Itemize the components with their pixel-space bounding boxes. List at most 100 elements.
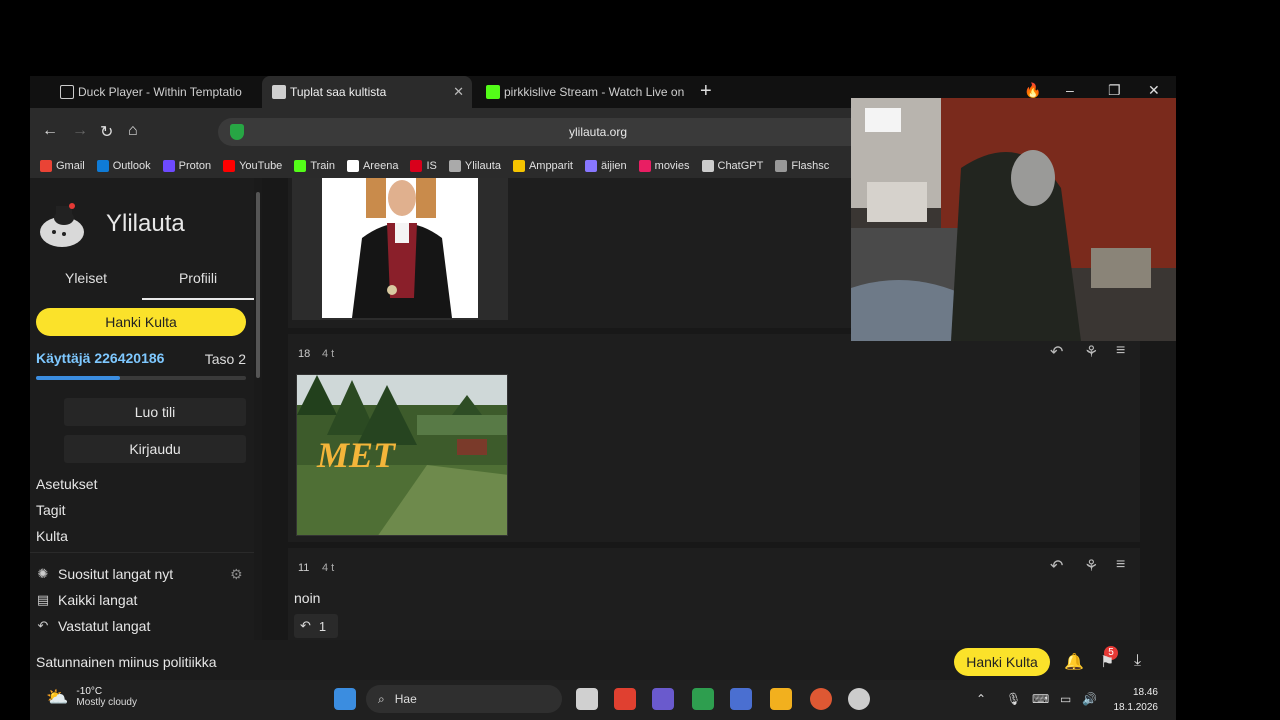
- bookmark-youtube[interactable]: YouTube: [223, 160, 282, 172]
- tab-profiili[interactable]: Profiili: [142, 270, 254, 300]
- gold-link[interactable]: Kulta: [36, 528, 68, 544]
- reply-count: 1: [318, 618, 327, 634]
- create-account-button[interactable]: Luo tili: [64, 398, 246, 426]
- chrome-icon[interactable]: [848, 688, 870, 710]
- home-icon[interactable]: ⌂: [128, 122, 138, 140]
- bookmark-favicon-icon: [775, 160, 788, 172]
- bookmark-areena[interactable]: Areena: [346, 160, 399, 172]
- weather-condition: Mostly cloudy: [76, 697, 137, 708]
- tab-yleiset[interactable]: Yleiset: [30, 270, 142, 286]
- bookmark-favicon-icon: [40, 160, 52, 172]
- start-icon[interactable]: [334, 688, 356, 710]
- chart-app-icon[interactable]: [692, 688, 714, 710]
- popular-threads-link[interactable]: ✺ Suositut langat nyt: [36, 566, 174, 582]
- username[interactable]: Käyttäjä 226420186: [36, 350, 164, 366]
- bookmark-favicon-icon: [162, 160, 175, 172]
- bookmark-favicon-icon: [346, 160, 359, 172]
- get-gold-button[interactable]: Hanki Kulta: [954, 648, 1050, 676]
- ylilauta-logo: [40, 203, 84, 247]
- gear-icon[interactable]: ⚙: [230, 566, 243, 583]
- reply-icon[interactable]: ↶: [1050, 342, 1063, 362]
- settings-link[interactable]: Asetukset: [36, 476, 97, 492]
- chevron-up-icon[interactable]: ⌃: [976, 692, 986, 706]
- download-icon[interactable]: ⤓: [1134, 652, 1141, 670]
- tab-duck-player[interactable]: Duck Player - Within Temptatio: [50, 76, 262, 108]
- all-threads-link[interactable]: ▤ Kaikki langat: [36, 592, 138, 608]
- minimize-button[interactable]: –: [1066, 82, 1074, 98]
- tags-link[interactable]: Tagit: [36, 502, 66, 518]
- login-button[interactable]: Kirjaudu: [64, 435, 246, 463]
- desktop-screen: Duck Player - Within Temptatio Tuplat sa…: [0, 0, 1280, 720]
- met-forest-image[interactable]: MET: [296, 374, 508, 536]
- volume-icon[interactable]: 🔊: [1082, 692, 1097, 706]
- bookmark-movies[interactable]: movies: [638, 160, 690, 172]
- bookmark-favicon-icon: [410, 160, 423, 172]
- menu-icon[interactable]: ≡: [1116, 342, 1125, 360]
- bookmark-train[interactable]: Train: [294, 160, 335, 172]
- tab-tuplat-saa-kultista[interactable]: Tuplat saa kultista ✕: [262, 76, 472, 108]
- post-image[interactable]: [292, 178, 508, 320]
- replied-threads-link[interactable]: ↶ Vastatut langat: [36, 618, 151, 634]
- bookmark-ylilauta[interactable]: Ylilauta: [448, 160, 501, 172]
- bookmark-label: Areena: [362, 160, 399, 172]
- forward-arrow-icon[interactable]: →: [72, 122, 88, 140]
- bookmark-proton[interactable]: Proton: [162, 160, 212, 172]
- post-number[interactable]: 18: [298, 348, 310, 360]
- restore-button[interactable]: ❐: [1108, 82, 1121, 99]
- divider: [30, 552, 254, 553]
- scrollbar-thumb[interactable]: [256, 192, 260, 378]
- duckduckgo-icon[interactable]: [810, 688, 832, 710]
- office-app-icon[interactable]: [614, 688, 636, 710]
- gift-icon[interactable]: ⚘: [1084, 342, 1098, 362]
- bookmark-chatgpt[interactable]: ChatGPT: [701, 160, 763, 172]
- bookmark-favicon-icon: [448, 160, 461, 172]
- system-clock[interactable]: 18.46 18.1.2026: [1114, 685, 1159, 715]
- tab-title: pirkkislive Stream - Watch Live on: [504, 85, 685, 99]
- bookmark-favicon-icon: [638, 160, 651, 172]
- get-gold-button[interactable]: Hanki Kulta: [36, 308, 246, 336]
- sidebar-scrollbar[interactable]: [254, 178, 262, 680]
- reply-icon[interactable]: ↶: [1050, 556, 1063, 576]
- bookmark-flashsc[interactable]: Flashsc: [775, 160, 829, 172]
- menu-icon[interactable]: ≡: [1116, 556, 1125, 574]
- bottom-bar: Satunnainen miinus politiikka Hanki Kult…: [30, 640, 1176, 680]
- windows-taskbar: ⛅ -10°C Mostly cloudy ⌕ Hae ⌃ 🎙 ⌨ ▭ 🔊 18…: [30, 680, 1176, 720]
- back-arrow-icon[interactable]: ←: [42, 122, 58, 140]
- bell-icon[interactable]: 🔔: [1064, 652, 1084, 672]
- weather-widget[interactable]: ⛅ -10°C Mostly cloudy: [46, 686, 137, 708]
- bookmark-icon[interactable]: ⚑: [1100, 652, 1114, 672]
- site-brand[interactable]: Ylilauta: [106, 210, 185, 238]
- bookmark-ampparit[interactable]: Ampparit: [512, 160, 573, 172]
- task-view-icon[interactable]: [576, 688, 598, 710]
- post-number[interactable]: 11: [298, 562, 309, 574]
- new-tab-button[interactable]: +: [700, 80, 712, 103]
- clock-date: 18.1.2026: [1113, 702, 1159, 713]
- close-tab-icon[interactable]: ✕: [453, 84, 464, 100]
- bookmark-label: Proton: [178, 160, 212, 172]
- microphone-icon[interactable]: 🎙: [1006, 692, 1021, 706]
- calculator-icon[interactable]: [730, 688, 752, 710]
- bookmark-favicon-icon: [96, 160, 109, 172]
- bookmark--ijien[interactable]: äijien: [584, 160, 627, 172]
- close-window-button[interactable]: ✕: [1148, 82, 1160, 99]
- random-thread-link[interactable]: Satunnainen miinus politiikka: [36, 654, 217, 670]
- bookmark-favicon-icon: [294, 160, 307, 172]
- bookmark-gmail[interactable]: Gmail: [40, 160, 85, 172]
- flame-icon[interactable]: 🔥: [1024, 82, 1041, 99]
- gift-icon[interactable]: ⚘: [1084, 556, 1098, 576]
- bookmark-outlook[interactable]: Outlook: [96, 160, 151, 172]
- svg-text:MET: MET: [316, 435, 397, 475]
- taskbar-search[interactable]: ⌕ Hae: [366, 685, 562, 713]
- post-text: noin: [294, 590, 321, 606]
- app-icon[interactable]: [652, 688, 674, 710]
- network-icon[interactable]: ▭: [1060, 692, 1071, 706]
- tab-title: Duck Player - Within Temptatio: [78, 85, 242, 99]
- reload-icon[interactable]: ↻: [100, 122, 113, 142]
- file-explorer-icon[interactable]: [770, 688, 792, 710]
- duck-player-icon: [60, 85, 74, 99]
- replies-button[interactable]: ↶ 1: [294, 614, 338, 638]
- kick-favicon: [486, 85, 500, 99]
- keyboard-icon[interactable]: ⌨: [1032, 692, 1049, 706]
- tab-pirkkislive[interactable]: pirkkislive Stream - Watch Live on: [476, 76, 688, 108]
- bookmark-is[interactable]: IS: [410, 160, 437, 172]
